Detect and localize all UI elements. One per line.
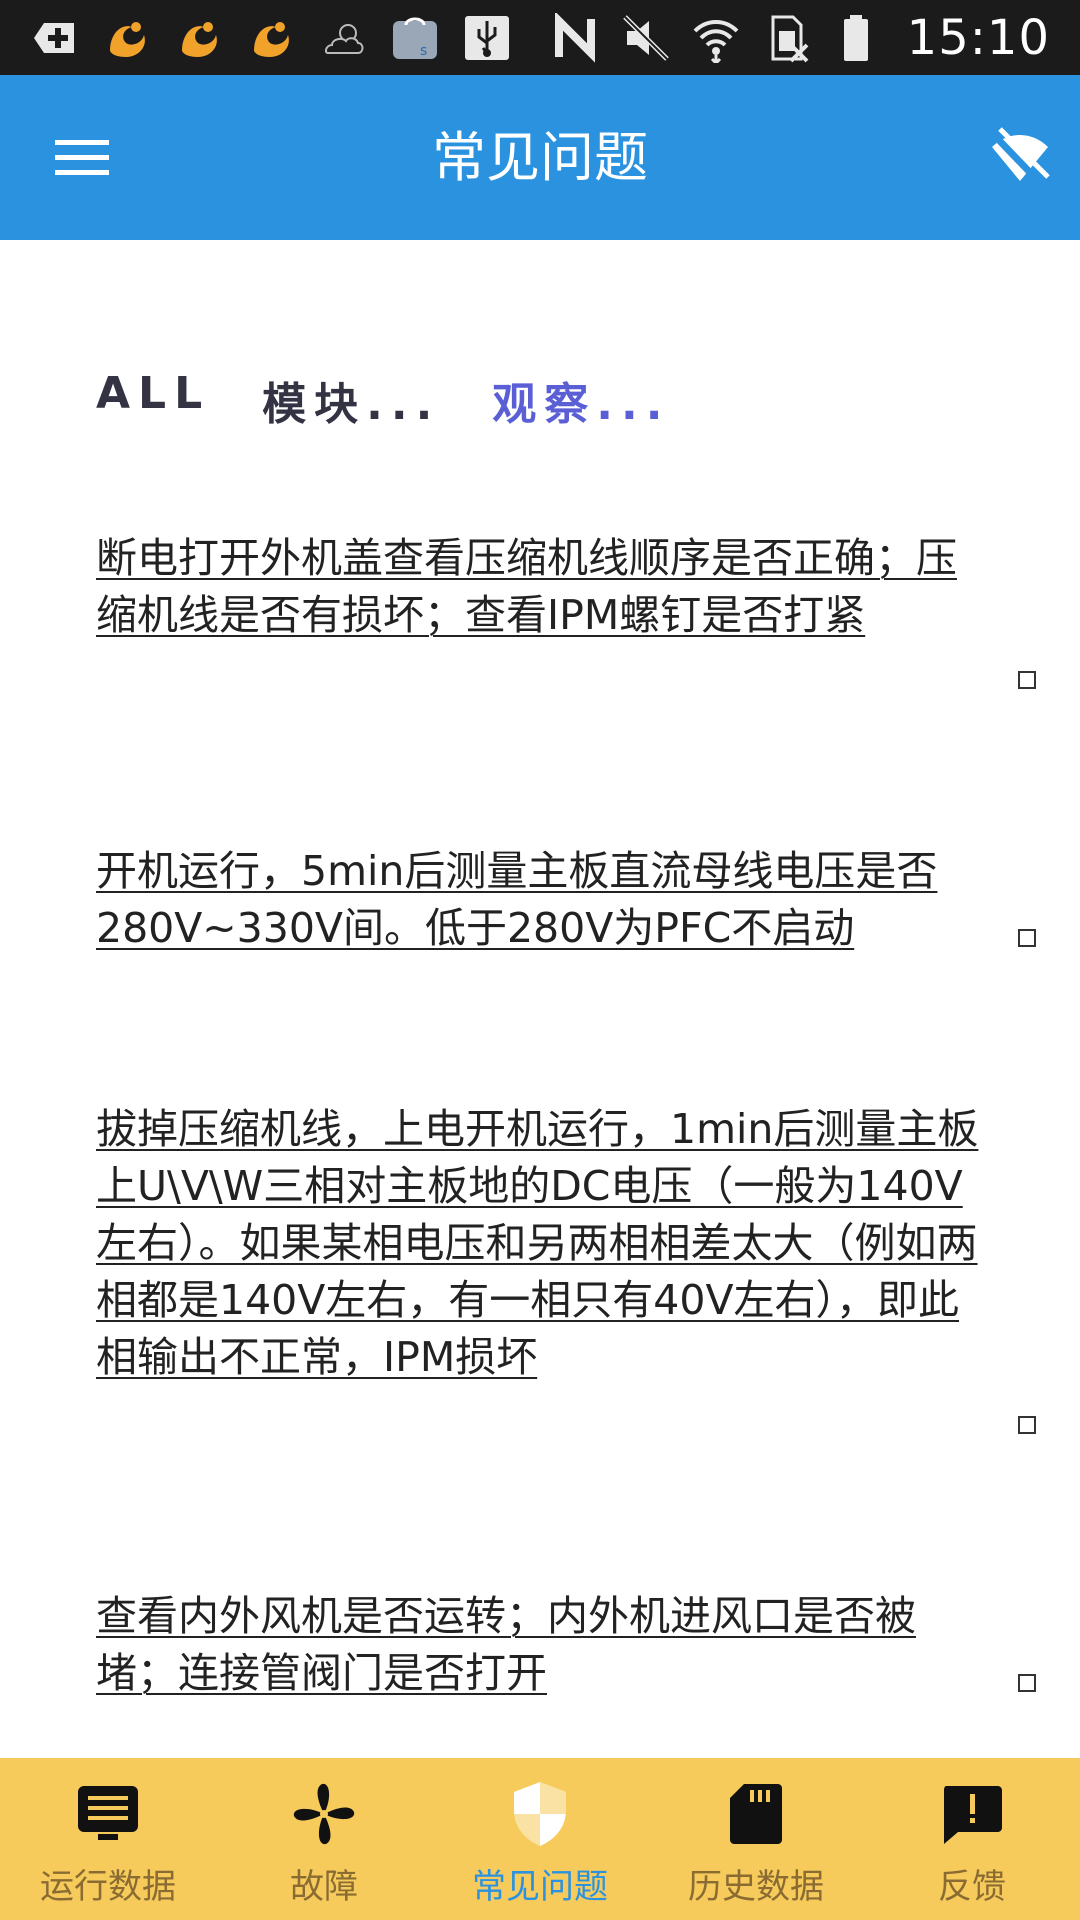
uc-browser-icon [254, 21, 289, 57]
notification-icons: s [30, 0, 512, 75]
faq-checkbox[interactable] [1018, 671, 1036, 689]
filter-observe[interactable]: 观察... [492, 368, 670, 432]
usb-icon [465, 15, 509, 60]
nav-label: 反馈 [938, 1867, 1006, 1907]
feedback-icon [944, 1786, 1002, 1844]
nav-fault[interactable]: 故障 [216, 1758, 432, 1920]
faq-link[interactable]: 开机运行，5min后测量主板直流母线电压是否280V~330V间。低于280V为… [96, 847, 937, 952]
svg-text:s: s [420, 43, 427, 59]
nav-label: 故障 [290, 1867, 358, 1907]
weather-icon [324, 23, 364, 54]
connection-button[interactable] [988, 125, 1052, 190]
nav-label: 运行数据 [40, 1867, 176, 1907]
faq-link[interactable]: 拔掉压缩机线，上电开机运行，1min后测量主板上U\V\W三相对主板地的DC电压… [96, 1105, 978, 1381]
status-bar: s 15:10 [0, 0, 1080, 75]
wifi-icon [693, 19, 739, 63]
uc-browser-icon [110, 21, 145, 57]
shopping-bag-icon: s [393, 17, 437, 59]
nfc-icon [554, 12, 595, 63]
filter-bar: ALL 模块... 观察... [96, 368, 670, 432]
faq-checkbox[interactable] [1018, 1416, 1036, 1434]
add-box-icon [34, 22, 74, 53]
faq-item: 断电打开外机盖查看压缩机线顺序是否正确；压缩机线是否有损坏；查看IPM螺钉是否打… [96, 530, 986, 644]
nav-feedback[interactable]: 反馈 [864, 1758, 1080, 1920]
system-icons: 15:10 [551, 0, 1050, 75]
wifi-off-icon [991, 127, 1050, 190]
filter-module[interactable]: 模块... [262, 368, 440, 432]
hamburger-menu-icon [55, 140, 109, 175]
faq-item: 查看内外风机是否运转；内外机进风口是否被堵；连接管阀门是否打开 [96, 1588, 986, 1702]
nav-label: 历史数据 [688, 1867, 824, 1907]
nav-label: 常见问题 [472, 1867, 608, 1907]
sd-card-icon [730, 1784, 782, 1844]
app-bar: 常见问题 [0, 75, 1080, 240]
no-sim-icon [771, 15, 809, 62]
mute-icon [622, 14, 669, 61]
nav-history[interactable]: 历史数据 [648, 1758, 864, 1920]
filter-all[interactable]: ALL [96, 368, 210, 432]
shield-icon [514, 1782, 566, 1846]
page-title: 常见问题 [432, 126, 648, 189]
faq-link[interactable]: 查看内外风机是否运转；内外机进风口是否被堵；连接管阀门是否打开 [96, 1592, 916, 1697]
menu-button[interactable] [50, 130, 115, 185]
bottom-navigation: 运行数据 故障 常见问题 历史数据 反馈 [0, 1758, 1080, 1920]
faq-link[interactable]: 断电打开外机盖查看压缩机线顺序是否正确；压缩机线是否有损坏；查看IPM螺钉是否打… [96, 534, 957, 639]
faq-checkbox[interactable] [1018, 1674, 1036, 1692]
monitor-icon [78, 1786, 138, 1840]
battery-icon [843, 14, 868, 61]
faq-item: 拔掉压缩机线，上电开机运行，1min后测量主板上U\V\W三相对主板地的DC电压… [96, 1101, 986, 1386]
clock: 15:10 [906, 9, 1050, 66]
nav-run-data[interactable]: 运行数据 [0, 1758, 216, 1920]
nav-faq[interactable]: 常见问题 [432, 1758, 648, 1920]
uc-browser-icon [182, 21, 217, 57]
faq-item: 开机运行，5min后测量主板直流母线电压是否280V~330V间。低于280V为… [96, 843, 986, 957]
fan-icon [293, 1783, 355, 1845]
faq-checkbox[interactable] [1018, 929, 1036, 947]
